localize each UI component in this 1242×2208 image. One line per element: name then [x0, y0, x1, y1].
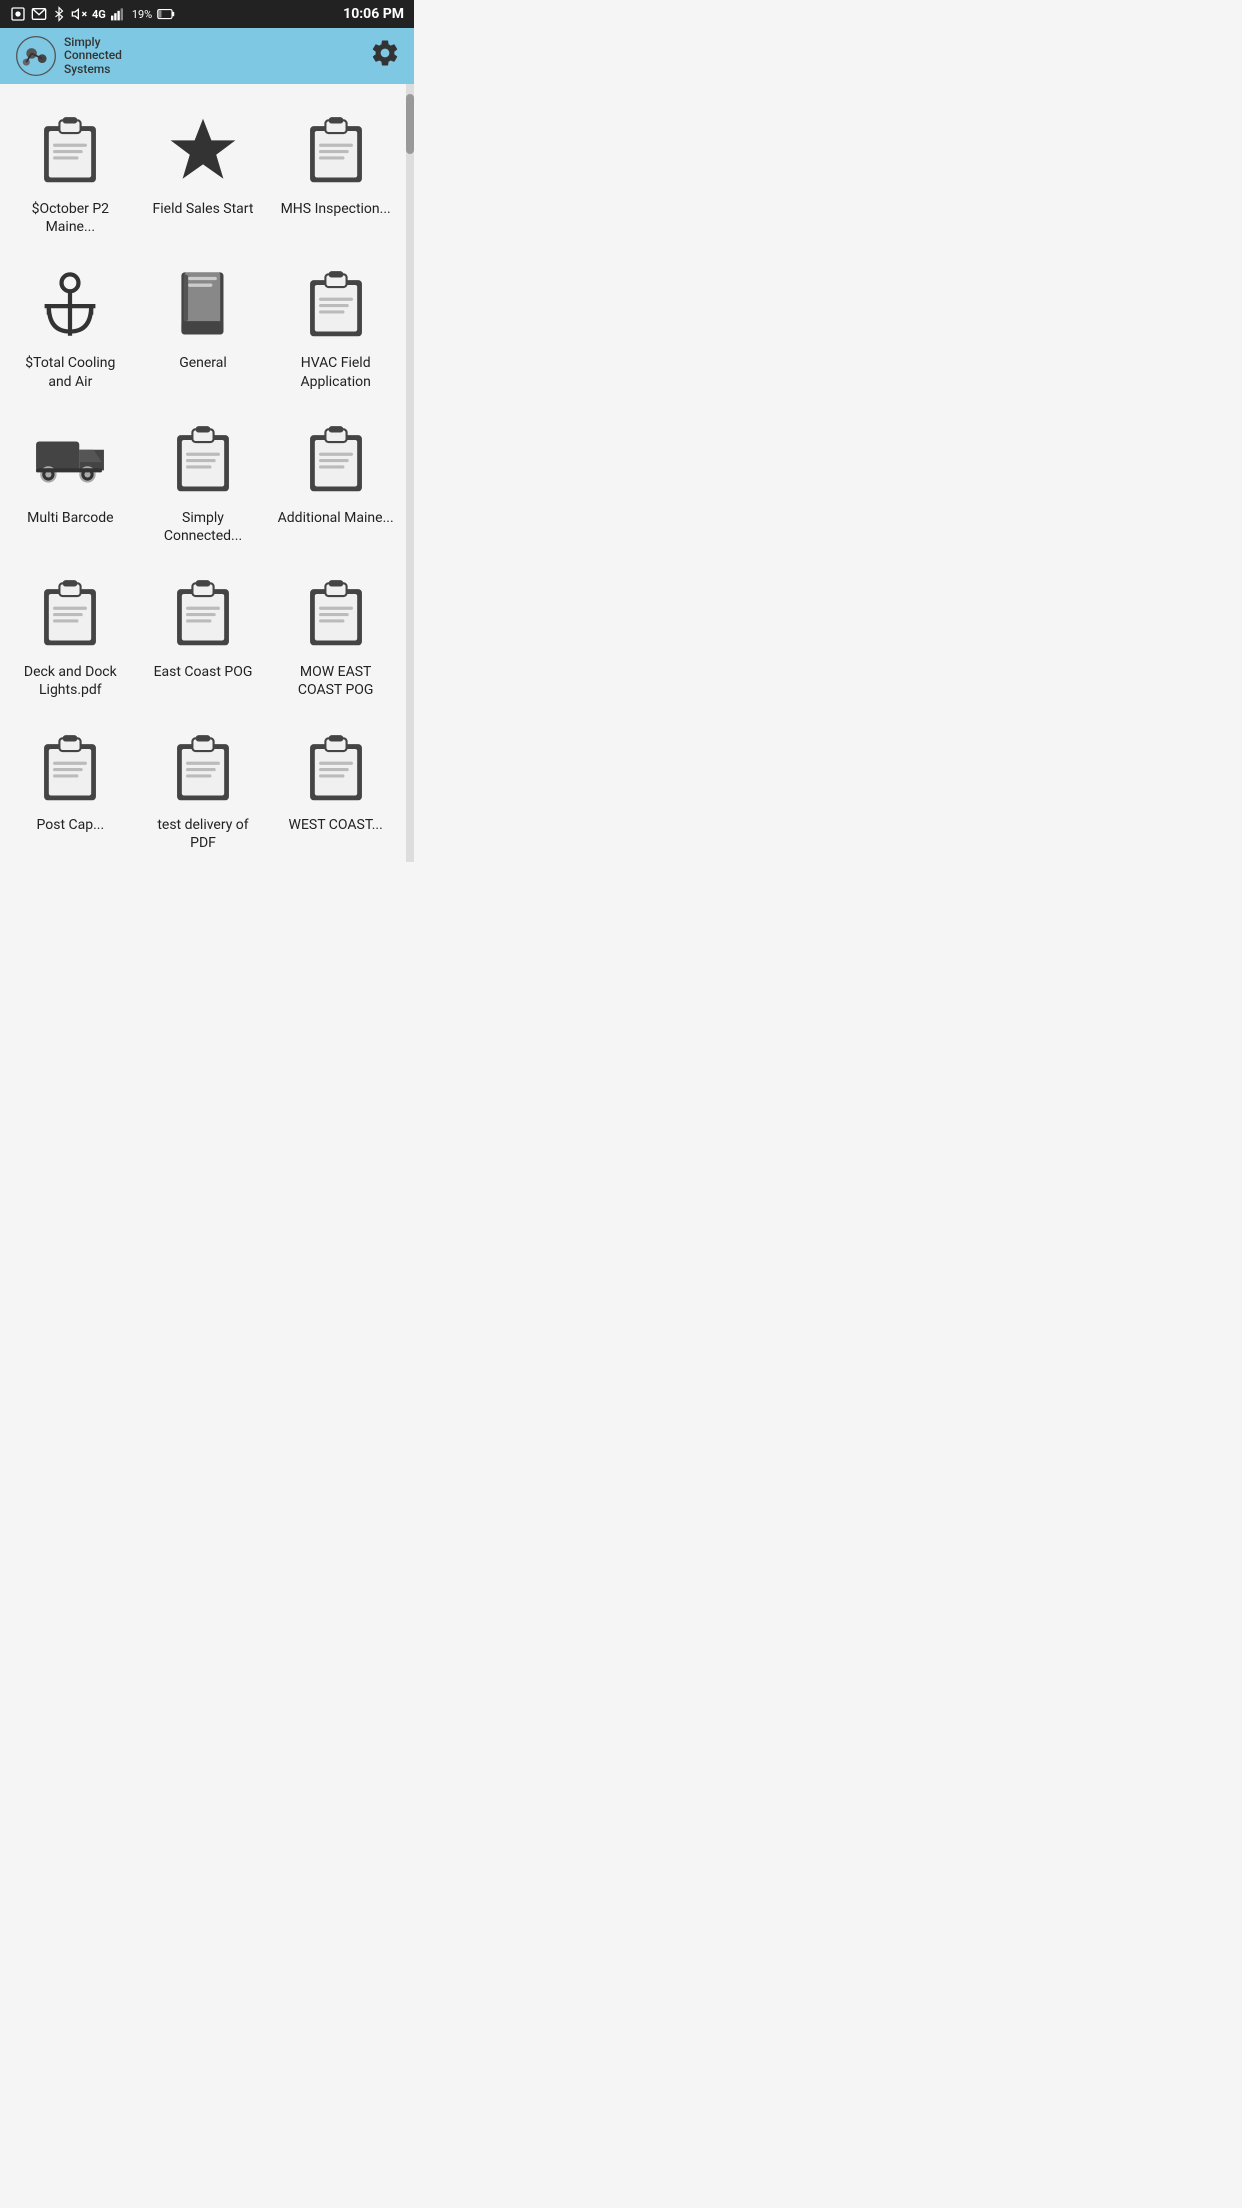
scrollbar[interactable]	[406, 84, 414, 862]
item-label-simply-connected: Simply Connected...	[145, 509, 262, 545]
grid-item-additional-maine[interactable]: Additional Maine...	[269, 403, 402, 557]
grid-item-test-delivery[interactable]: test delivery of PDF	[137, 712, 270, 852]
item-icon-simply-connected	[163, 419, 243, 499]
app-name-label: SimplyConnectedSystems	[64, 36, 122, 76]
photo-icon	[10, 6, 26, 22]
item-label-general: General	[179, 354, 227, 372]
item-icon-mow-east-coast-pog	[296, 573, 376, 653]
grid-item-mhs-inspection[interactable]: MHS Inspection...	[269, 94, 402, 248]
mail-icon	[31, 6, 47, 22]
logo-icon	[14, 34, 58, 78]
scrollbar-thumb[interactable]	[406, 94, 414, 154]
mute-icon	[71, 6, 87, 22]
grid-item-east-coast-pog[interactable]: East Coast POG	[137, 557, 270, 711]
item-icon-east-coast-pog	[163, 573, 243, 653]
grid-item-general[interactable]: General	[137, 248, 270, 402]
item-icon-additional-maine	[296, 419, 376, 499]
battery-label: 19%	[132, 8, 152, 21]
item-label-east-coast-pog: East Coast POG	[154, 663, 253, 681]
item-icon-october-p2-maine	[30, 110, 110, 190]
app-grid: $October P2 Maine... Field Sales Start M…	[0, 84, 406, 862]
item-label-hvac-field-application: HVAC Field Application	[277, 354, 394, 390]
grid-item-post-cap[interactable]: Post Cap...	[4, 712, 137, 852]
grid-item-hvac-field-application[interactable]: HVAC Field Application	[269, 248, 402, 402]
item-label-multi-barcode: Multi Barcode	[27, 509, 113, 527]
network-type-label: 4G	[92, 8, 106, 21]
item-icon-post-cap	[30, 728, 110, 808]
item-icon-total-cooling-air	[30, 264, 110, 344]
grid-item-west-coast[interactable]: WEST COAST...	[269, 712, 402, 852]
app-bar: SimplyConnectedSystems	[0, 28, 414, 84]
grid-item-multi-barcode[interactable]: Multi Barcode	[4, 403, 137, 557]
item-label-october-p2-maine: $October P2 Maine...	[12, 200, 129, 236]
grid-item-deck-dock-lights[interactable]: Deck and Dock Lights.pdf	[4, 557, 137, 711]
gear-icon	[370, 38, 400, 68]
item-label-deck-dock-lights: Deck and Dock Lights.pdf	[12, 663, 129, 699]
status-left-icons: 4G 19%	[10, 6, 175, 22]
grid-item-mow-east-coast-pog[interactable]: MOW EAST COAST POG	[269, 557, 402, 711]
item-label-mhs-inspection: MHS Inspection...	[281, 200, 391, 218]
item-label-total-cooling-air: $Total Cooling and Air	[12, 354, 129, 390]
content-area: $October P2 Maine... Field Sales Start M…	[0, 84, 414, 862]
item-icon-general	[163, 264, 243, 344]
item-icon-multi-barcode	[30, 419, 110, 499]
status-bar: 4G 19% 10:06 PM	[0, 0, 414, 28]
item-label-post-cap: Post Cap...	[36, 816, 104, 834]
item-icon-mhs-inspection	[296, 110, 376, 190]
grid-item-october-p2-maine[interactable]: $October P2 Maine...	[4, 94, 137, 248]
item-label-additional-maine: Additional Maine...	[278, 509, 394, 527]
battery-icon	[157, 8, 175, 20]
item-icon-test-delivery	[163, 728, 243, 808]
bluetooth-icon	[52, 6, 66, 22]
item-icon-west-coast	[296, 728, 376, 808]
app-logo: SimplyConnectedSystems	[14, 34, 122, 78]
item-icon-field-sales-start	[163, 110, 243, 190]
item-label-west-coast: WEST COAST...	[289, 816, 383, 834]
item-label-field-sales-start: Field Sales Start	[153, 200, 254, 218]
grid-item-total-cooling-air[interactable]: $Total Cooling and Air	[4, 248, 137, 402]
item-icon-deck-dock-lights	[30, 573, 110, 653]
grid-item-simply-connected[interactable]: Simply Connected...	[137, 403, 270, 557]
settings-button[interactable]	[370, 38, 400, 75]
item-icon-hvac-field-application	[296, 264, 376, 344]
item-label-mow-east-coast-pog: MOW EAST COAST POG	[277, 663, 394, 699]
signal-icon	[111, 7, 127, 21]
item-label-test-delivery: test delivery of PDF	[145, 816, 262, 852]
status-time: 10:06 PM	[343, 6, 404, 22]
grid-item-field-sales-start[interactable]: Field Sales Start	[137, 94, 270, 248]
